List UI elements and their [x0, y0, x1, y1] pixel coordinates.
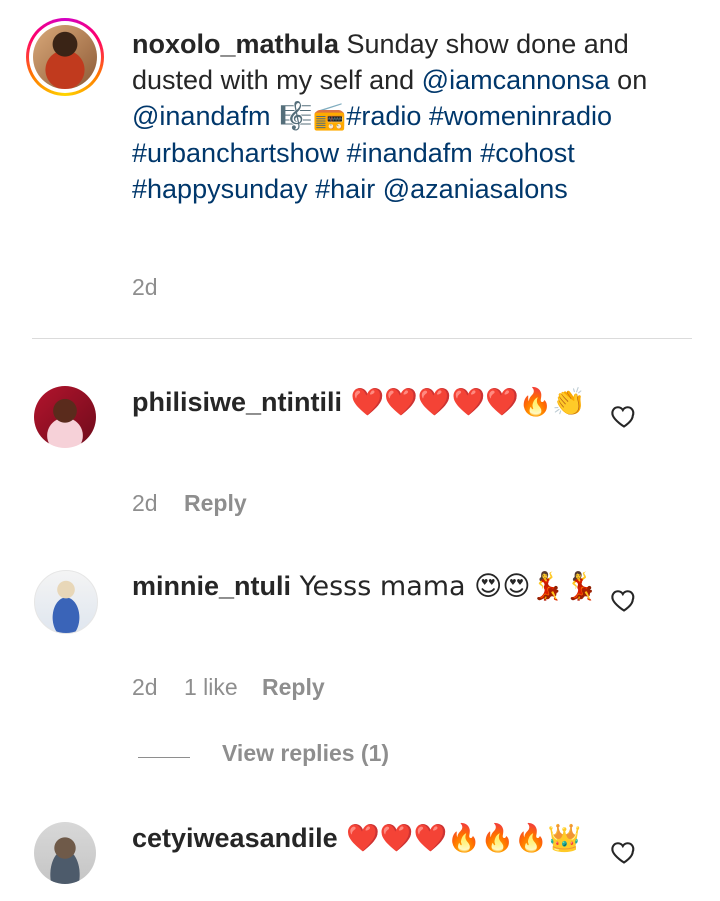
like-heart-icon[interactable] [610, 586, 638, 614]
comment-time: 2d [132, 490, 158, 516]
caption-username[interactable]: noxolo_mathula [132, 29, 339, 59]
view-replies-line [138, 757, 190, 758]
reply-button[interactable]: Reply [184, 490, 247, 517]
author-avatar-story-ring[interactable] [26, 18, 104, 96]
avatar-cetyiweasandile[interactable] [34, 822, 96, 884]
post-caption: noxolo_mathula Sunday show done and dust… [0, 0, 720, 330]
comment-username[interactable]: philisiwe_ntintili [132, 387, 342, 417]
avatar-philisiwe[interactable] [34, 386, 96, 448]
divider [32, 338, 692, 339]
reply-button[interactable]: Reply [262, 674, 325, 701]
like-heart-icon[interactable] [610, 838, 638, 866]
avatar-minnie[interactable] [34, 570, 98, 634]
like-count[interactable]: 1 like [184, 674, 238, 701]
like-heart-icon[interactable] [610, 402, 638, 430]
mention-azaniasalons[interactable]: @azaniasalons [383, 174, 568, 204]
caption-text: noxolo_mathula Sunday show done and dust… [132, 29, 648, 204]
comment-text: minnie_ntuli Yesss mama 😍😍💃💃 [132, 571, 598, 602]
comment-username[interactable]: cetyiweasandile [132, 823, 338, 853]
comment-time: 2d [132, 674, 158, 700]
author-avatar [33, 25, 97, 89]
comment-username[interactable]: minnie_ntuli [132, 571, 291, 601]
comment-text: cetyiweasandile ❤️❤️❤️🔥🔥🔥👑 [132, 823, 582, 854]
view-replies-label[interactable]: View replies (1) [222, 740, 389, 767]
comment-text: philisiwe_ntintili ❤️❤️❤️❤️❤️🔥👏 [132, 387, 586, 418]
mention-iamcannonsa[interactable]: @iamcannonsa [422, 65, 610, 95]
mention-inandafm[interactable]: @inandafm [132, 101, 270, 131]
caption-timestamp: 2d [132, 274, 158, 300]
